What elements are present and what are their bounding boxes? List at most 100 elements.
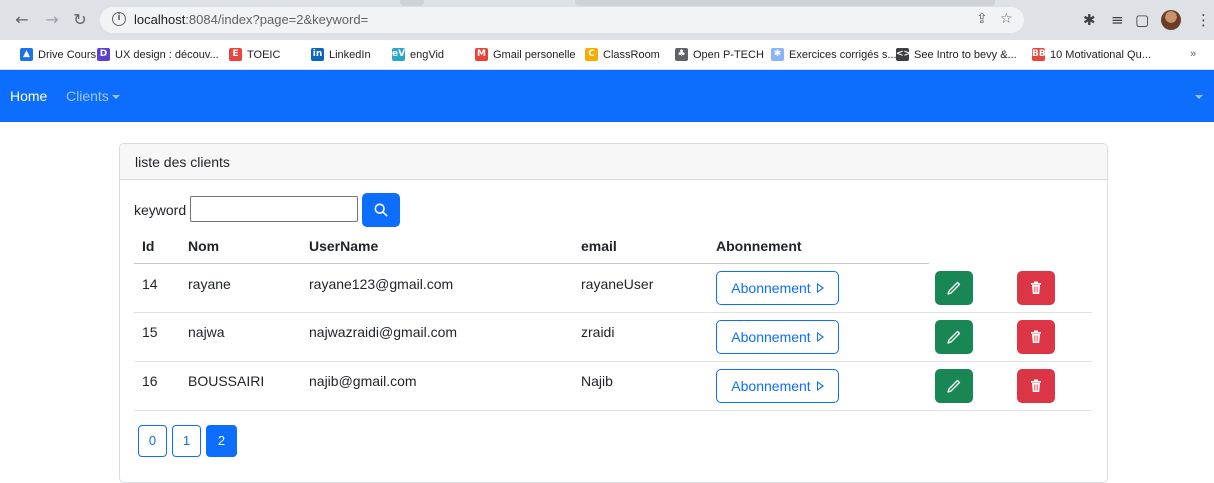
bookmark-favicon-icon: C <box>585 48 598 61</box>
col-header-id: Id <box>142 238 155 254</box>
caret-down-icon <box>111 95 120 99</box>
cell-id: 16 <box>142 373 158 389</box>
play-icon <box>816 381 824 391</box>
bookmark-label: engVid <box>410 48 445 61</box>
bookmark-label: 10 Motivational Qu... <box>1050 48 1151 61</box>
bookmark-item[interactable]: ✱ Exercices corrigés s... <box>771 48 897 61</box>
col-header-email: email <box>581 238 617 254</box>
bookmark-item[interactable]: D UX design : découv... <box>97 48 219 61</box>
address-url[interactable]: localhost:8084/index?page=2&keyword= <box>134 12 368 27</box>
delete-button[interactable] <box>1017 369 1055 403</box>
bookmark-favicon-icon: BB <box>1032 48 1046 61</box>
card-header: liste des clients <box>120 144 1107 180</box>
abonnement-button[interactable]: Abonnement <box>716 320 839 354</box>
nav-clients-label: Clients <box>66 88 109 104</box>
bookmark-item[interactable]: ▲ Drive Cours <box>20 48 96 61</box>
edit-button[interactable] <box>935 369 973 403</box>
abonnement-label: Abonnement <box>731 280 811 296</box>
user-dropdown-caret-icon[interactable] <box>1195 95 1203 99</box>
trash-icon <box>1031 281 1041 294</box>
bookmark-item[interactable]: BB 10 Motivational Qu... <box>1032 48 1151 61</box>
site-info-icon[interactable]: i <box>112 12 126 26</box>
cell-nom: BOUSSAIRI <box>188 373 265 389</box>
bookmark-item[interactable]: ♣ Open P-TECH <box>675 48 764 61</box>
tab-edge <box>575 0 995 6</box>
play-icon <box>816 332 824 342</box>
col-header-abonnement: Abonnement <box>716 238 802 254</box>
bookmark-label: Gmail personelle <box>493 48 576 61</box>
row-divider <box>134 312 1092 313</box>
bookmark-label: ClassRoom <box>603 48 660 61</box>
bookmark-item[interactable]: E TOEIC <box>229 48 280 61</box>
delete-button[interactable] <box>1017 320 1055 354</box>
bookmark-item[interactable]: <> See Intro to bevy &... <box>896 48 1017 61</box>
star-icon[interactable]: ☆ <box>1000 11 1013 27</box>
address-bar[interactable]: i localhost:8084/index?page=2&keyword= ⇪… <box>100 7 1024 33</box>
row-divider <box>134 410 1092 411</box>
page-button-1[interactable]: 1 <box>172 425 201 457</box>
cell-email: rayaneUser <box>581 276 654 292</box>
col-header-username: UserName <box>309 238 379 254</box>
bookmark-label: UX design : découv... <box>115 48 219 61</box>
delete-button[interactable] <box>1017 271 1055 305</box>
reload-icon[interactable]: ↻ <box>70 10 90 30</box>
bookmark-item[interactable]: in LinkedIn <box>311 48 371 61</box>
nav-home-link[interactable]: Home <box>10 88 47 104</box>
card-title: liste des clients <box>135 154 230 170</box>
side-panel-icon[interactable]: ▢ <box>1135 10 1149 30</box>
edit-button[interactable] <box>935 271 973 305</box>
bookmark-favicon-icon: <> <box>896 48 912 61</box>
bookmark-label: Drive Cours <box>38 48 97 61</box>
abonnement-label: Abonnement <box>731 378 811 394</box>
bookmark-favicon-icon: M <box>475 48 488 61</box>
edit-button[interactable] <box>935 320 973 354</box>
cell-email: Najib <box>581 373 613 389</box>
play-icon <box>816 283 824 293</box>
bookmark-label: Open P-TECH <box>693 48 764 61</box>
bookmark-item[interactable]: C ClassRoom <box>585 48 660 61</box>
bookmarks-bar: » ▲ Drive Cours D UX design : découv... E TOE… <box>0 40 1214 70</box>
menu-kebab-icon[interactable]: ⋮ <box>1196 10 1211 30</box>
profile-avatar[interactable] <box>1161 10 1181 30</box>
bookmark-label: LinkedIn <box>329 48 371 61</box>
search-button[interactable] <box>362 193 400 227</box>
tab-edge <box>400 0 424 6</box>
bookmark-favicon-icon: E <box>229 48 242 61</box>
share-icon[interactable]: ⇪ <box>976 11 988 27</box>
abonnement-button[interactable]: Abonnement <box>716 369 839 403</box>
cell-username: najwazraidi@gmail.com <box>309 324 458 340</box>
nav-clients-dropdown[interactable]: Clients <box>66 88 120 104</box>
bookmark-favicon-icon: eV <box>392 48 406 61</box>
search-icon <box>374 203 388 217</box>
bookmark-item[interactable]: eV engVid <box>392 48 444 61</box>
row-divider <box>134 361 1092 362</box>
abonnement-button[interactable]: Abonnement <box>716 271 839 305</box>
abonnement-label: Abonnement <box>731 329 811 345</box>
bookmark-favicon-icon: ♣ <box>675 48 688 61</box>
bookmark-favicon-icon: ▲ <box>20 48 33 61</box>
more-bookmarks-button[interactable]: » <box>1190 48 1196 60</box>
col-header-nom: Nom <box>188 238 220 254</box>
cell-nom: rayane <box>188 276 231 292</box>
back-icon[interactable]: ← <box>12 10 32 30</box>
bookmark-label: Exercices corrigés s... <box>789 48 897 61</box>
reading-list-icon[interactable]: ≡ <box>1111 10 1124 30</box>
forward-icon[interactable]: → <box>42 10 62 30</box>
pencil-icon <box>947 379 961 393</box>
table-header-divider <box>134 263 929 264</box>
cell-id: 15 <box>142 324 158 340</box>
cell-id: 14 <box>142 276 158 292</box>
trash-icon <box>1031 330 1041 343</box>
url-path: :8084/index?page=2&keyword= <box>185 12 369 27</box>
bookmark-item[interactable]: M Gmail personelle <box>475 48 576 61</box>
bookmark-favicon-icon: D <box>97 48 110 61</box>
cell-username: najib@gmail.com <box>309 373 417 389</box>
browser-toolbar: ← → ↻ i localhost:8084/index?page=2&keyw… <box>0 0 1214 40</box>
keyword-input[interactable] <box>190 196 358 222</box>
page-button-2[interactable]: 2 <box>206 425 237 457</box>
app-navbar: Home Clients <box>0 70 1214 122</box>
extensions-icon[interactable]: ✱ <box>1083 10 1096 30</box>
bookmark-favicon-icon: in <box>311 48 324 61</box>
page-button-0[interactable]: 0 <box>138 425 167 457</box>
bookmark-favicon-icon: ✱ <box>771 48 784 61</box>
